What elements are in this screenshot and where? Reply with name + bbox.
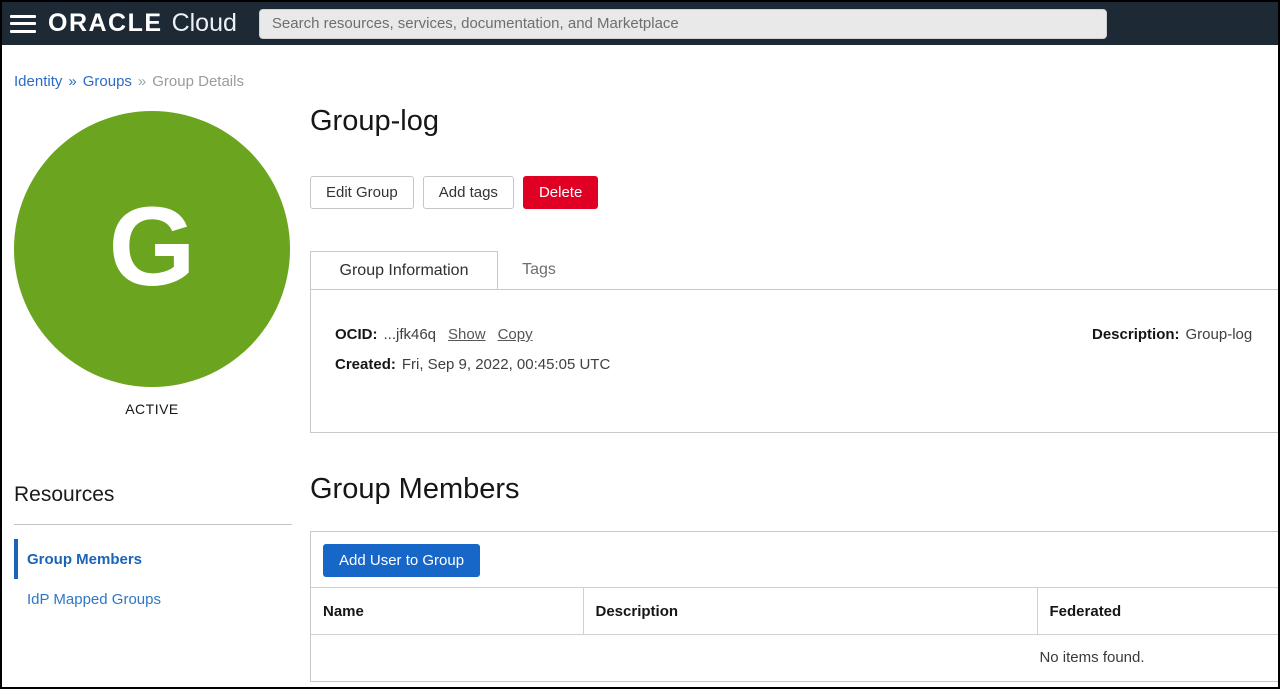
column-header-name: Name <box>311 588 583 635</box>
breadcrumb-current-page: Group Details <box>152 73 244 90</box>
tab-tags[interactable]: Tags <box>498 251 580 289</box>
group-info-left-column: OCID: ...jfk46q Show Copy Created: Fri, … <box>335 326 1092 432</box>
top-navigation-bar: ORACLE Cloud <box>2 2 1278 45</box>
table-empty-row: No items found. <box>311 635 1280 681</box>
group-avatar: G <box>14 111 290 387</box>
group-information-panel: OCID: ...jfk46q Show Copy Created: Fri, … <box>310 289 1280 433</box>
main-content: Group-log Edit Group Add tags Delete Gro… <box>310 90 1280 682</box>
ocid-value: ...jfk46q <box>384 326 437 343</box>
group-members-table: Name Description Federated No items foun… <box>311 587 1280 681</box>
breadcrumb: Identity » Groups » Group Details <box>2 45 1278 90</box>
add-tags-button[interactable]: Add tags <box>423 176 514 209</box>
description-value: Group-log <box>1186 326 1253 343</box>
oracle-cloud-console: ORACLE Cloud Identity » Groups » Group Detai… <box>0 0 1280 689</box>
created-label: Created: <box>335 356 396 373</box>
sidebar-item-group-members[interactable]: Group Members <box>14 539 310 579</box>
oracle-cloud-logo: ORACLE Cloud <box>48 9 237 38</box>
add-user-to-group-button[interactable]: Add User to Group <box>323 544 480 577</box>
breadcrumb-separator: » <box>138 73 146 90</box>
edit-group-button[interactable]: Edit Group <box>310 176 414 209</box>
group-info-right-column: Description: Group-log <box>1092 326 1280 432</box>
column-header-federated: Federated <box>1037 588 1280 635</box>
hamburger-menu-icon[interactable] <box>10 14 36 34</box>
search-input[interactable] <box>259 9 1107 39</box>
resources-divider <box>14 524 292 525</box>
created-value: Fri, Sep 9, 2022, 00:45:05 UTC <box>402 356 610 373</box>
status-badge: ACTIVE <box>14 401 290 417</box>
members-toolbar: Add User to Group <box>311 544 1280 587</box>
resources-list: Group Members IdP Mapped Groups <box>14 539 310 619</box>
breadcrumb-groups-link[interactable]: Groups <box>83 73 132 90</box>
sidebar-item-label: Group Members <box>27 551 142 568</box>
action-button-row: Edit Group Add tags Delete <box>310 176 1280 209</box>
created-row: Created: Fri, Sep 9, 2022, 00:45:05 UTC <box>335 356 1092 373</box>
sidebar-item-label: IdP Mapped Groups <box>27 591 161 608</box>
sidebar-item-idp-mapped-groups[interactable]: IdP Mapped Groups <box>14 579 310 619</box>
logo-cloud-text: Cloud <box>172 9 237 38</box>
resources-heading: Resources <box>14 483 310 507</box>
breadcrumb-separator: » <box>68 73 76 90</box>
description-label: Description: <box>1092 326 1180 343</box>
description-row: Description: Group-log <box>1092 326 1280 343</box>
tab-group-information[interactable]: Group Information <box>310 251 498 289</box>
breadcrumb-identity-link[interactable]: Identity <box>14 73 62 90</box>
delete-button[interactable]: Delete <box>523 176 598 209</box>
group-members-heading: Group Members <box>310 473 1280 506</box>
group-avatar-initial: G <box>108 191 195 303</box>
logo-oracle-text: ORACLE <box>48 9 163 38</box>
group-members-panel: Add User to Group Name Description Feder… <box>310 531 1280 682</box>
table-header-row: Name Description Federated <box>311 588 1280 635</box>
ocid-label: OCID: <box>335 326 378 343</box>
tab-bar: Group Information Tags <box>310 251 1280 289</box>
ocid-copy-link[interactable]: Copy <box>498 326 533 343</box>
ocid-show-link[interactable]: Show <box>448 326 486 343</box>
ocid-row: OCID: ...jfk46q Show Copy <box>335 326 1092 343</box>
column-header-description: Description <box>583 588 1037 635</box>
empty-state-message: No items found. <box>311 635 1280 681</box>
page-title: Group-log <box>310 105 1280 138</box>
left-sidebar: G ACTIVE Resources Group Members IdP Map… <box>2 90 310 619</box>
